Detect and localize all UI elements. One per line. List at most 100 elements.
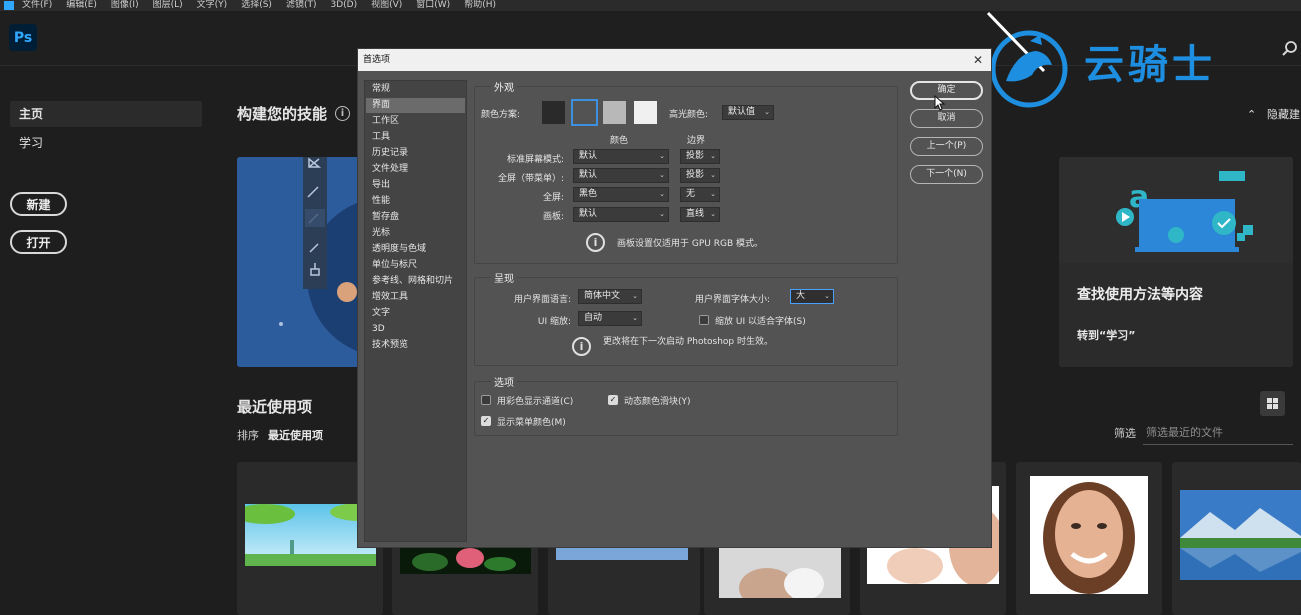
dynamic-sliders-checkbox[interactable]: ✓ [608, 395, 618, 405]
hide-link[interactable]: 隐藏建 [1267, 106, 1300, 122]
preferences-dialog: 首选项 ✕ 常规 界面 工作区 工具 历史记录 文件处理 导出 性能 暂存盘 光… [357, 48, 992, 548]
color-scheme-label: 颜色方案: [481, 110, 521, 120]
tutorial-illustration [237, 157, 359, 367]
promo-title: 查找使用方法等内容 [1077, 287, 1203, 303]
menu-type[interactable]: 文字(Y) [197, 0, 228, 11]
ui-language-label: 用户界面语言: [513, 295, 571, 305]
new-button[interactable]: 新建 [10, 192, 67, 216]
filter-label: 筛选 [1114, 427, 1136, 440]
filter-input[interactable]: 筛选最近的文件 [1143, 421, 1293, 445]
category-file-handling[interactable]: 文件处理 [366, 162, 465, 177]
menu-bar: 文件(F) 编辑(E) 图像(I) 图层(L) 文字(Y) 选择(S) 滤镜(T… [0, 0, 1301, 11]
menu-edit[interactable]: 编辑(E) [66, 0, 97, 11]
nav-home[interactable]: 主页 [10, 101, 202, 127]
fullscreen-menu-label: 全屏（带菜单）: [497, 174, 564, 184]
watermark-logo [984, 11, 1079, 111]
menu-layer[interactable]: 图层(L) [153, 0, 183, 11]
skills-card-tutorial[interactable] [237, 157, 359, 367]
mouse-cursor-icon [934, 95, 946, 111]
standard-screen-border-select[interactable]: 投影 ⌄ [680, 149, 720, 164]
category-list: 常规 界面 工作区 工具 历史记录 文件处理 导出 性能 暂存盘 光标 透明度与… [364, 80, 467, 542]
watermark-text: 云骑士 [1084, 42, 1216, 88]
menu-window[interactable]: 窗口(W) [416, 0, 450, 11]
ui-language-select[interactable]: 简体中文 ⌄ [578, 289, 642, 304]
menu-view[interactable]: 视图(V) [371, 0, 402, 11]
menu-select[interactable]: 选择(S) [241, 0, 272, 11]
ui-font-size-select[interactable]: 大 ⌄ [790, 289, 834, 304]
artboard-border-select[interactable]: 直线 ⌄ [680, 207, 720, 222]
appearance-title: 外观 [491, 79, 517, 94]
menu-colors-checkbox[interactable]: ✓ [481, 416, 491, 426]
category-export[interactable]: 导出 [366, 178, 465, 193]
options-title: 选项 [491, 374, 517, 389]
app-icon [4, 1, 14, 10]
category-units-rulers[interactable]: 单位与标尺 [366, 258, 465, 273]
color-scheme-dark[interactable] [571, 99, 598, 126]
artboard-label: 画板: [542, 212, 564, 222]
open-button[interactable]: 打开 [10, 230, 67, 254]
standard-screen-color-select[interactable]: 默认 ⌄ [573, 149, 669, 164]
category-history[interactable]: 历史记录 [366, 146, 465, 161]
menu-help[interactable]: 帮助(H) [464, 0, 496, 11]
fullscreen-menu-border-select[interactable]: 投影 ⌄ [680, 168, 720, 183]
skills-card-learn[interactable]: a 查找使用方法等内容 转到“学习” [1059, 157, 1293, 367]
skills-title: 构建您的技能 [237, 105, 328, 123]
ui-font-size-label: 用户界面字体大小: [695, 295, 771, 305]
menu-3d[interactable]: 3D(D) [330, 0, 357, 11]
category-transparency[interactable]: 透明度与色域 [366, 242, 465, 257]
highlight-color-label: 高光颜色: [669, 110, 709, 120]
menu-colors-label: 显示菜单颜色(M) [497, 418, 566, 428]
fullscreen-color-select[interactable]: 黑色 ⌄ [573, 187, 669, 202]
scale-ui-to-font-label: 缩放 UI 以适合字体(S) [715, 317, 806, 327]
go-to-learn-link[interactable]: 转到“学习” [1077, 327, 1135, 343]
fullscreen-menu-color-select[interactable]: 默认 ⌄ [573, 168, 669, 183]
recent-file-thumb[interactable] [1172, 462, 1301, 615]
fullscreen-border-select[interactable]: 无 ⌄ [680, 187, 720, 202]
search-icon[interactable] [1282, 41, 1298, 57]
recent-file-thumb[interactable] [1016, 462, 1162, 615]
photoshop-logo: Ps [9, 24, 37, 51]
highlight-color-select[interactable]: 默认值 ⌄ [722, 105, 774, 120]
sort-dropdown[interactable]: 最近使用项 [268, 427, 323, 443]
category-type[interactable]: 文字 [366, 306, 465, 321]
color-scheme-medium[interactable] [603, 101, 626, 124]
chevron-up-icon[interactable]: ⌃ [1247, 108, 1256, 121]
category-tools[interactable]: 工具 [366, 130, 465, 145]
color-scheme-light[interactable] [634, 101, 657, 124]
fullscreen-label: 全屏: [542, 193, 564, 203]
category-interface[interactable]: 界面 [366, 98, 465, 113]
category-general[interactable]: 常规 [366, 82, 465, 97]
sort-label: 排序 [237, 429, 259, 442]
ok-button[interactable]: 确定 [910, 81, 983, 100]
color-channels-checkbox[interactable] [481, 395, 491, 405]
color-scheme-darkest[interactable] [542, 101, 565, 124]
menu-filter[interactable]: 滤镜(T) [286, 0, 317, 11]
learn-illustration: a [1116, 171, 1253, 252]
border-column-header: 边界 [687, 136, 706, 146]
grid-view-icon[interactable] [1260, 391, 1285, 416]
scale-ui-to-font-checkbox[interactable] [699, 315, 709, 325]
category-guides-grid[interactable]: 参考线、网格和切片 [366, 274, 465, 289]
color-channels-label: 用彩色显示通道(C) [497, 397, 574, 407]
category-performance[interactable]: 性能 [366, 194, 465, 209]
cancel-button[interactable]: 取消 [910, 109, 983, 128]
info-icon: i [572, 337, 591, 356]
category-plugins[interactable]: 增效工具 [366, 290, 465, 305]
ui-scale-select[interactable]: 自动 ⌄ [578, 311, 642, 326]
presentation-title: 呈现 [491, 270, 517, 285]
previous-button[interactable]: 上一个(P) [910, 137, 983, 156]
next-button[interactable]: 下一个(N) [910, 165, 983, 184]
category-3d[interactable]: 3D [366, 322, 465, 337]
nav-learn[interactable]: 学习 [10, 130, 202, 156]
category-scratch-disks[interactable]: 暂存盘 [366, 210, 465, 225]
category-workspace[interactable]: 工作区 [366, 114, 465, 129]
info-icon: i [586, 233, 605, 252]
menu-file[interactable]: 文件(F) [22, 0, 52, 11]
info-icon[interactable]: i [335, 106, 350, 121]
artboard-color-select[interactable]: 默认 ⌄ [573, 207, 669, 222]
category-cursors[interactable]: 光标 [366, 226, 465, 241]
category-tech-previews[interactable]: 技术预览 [366, 338, 465, 353]
close-icon[interactable]: ✕ [973, 49, 983, 71]
menu-image[interactable]: 图像(I) [111, 0, 139, 11]
dialog-title: 首选项 [363, 55, 391, 65]
